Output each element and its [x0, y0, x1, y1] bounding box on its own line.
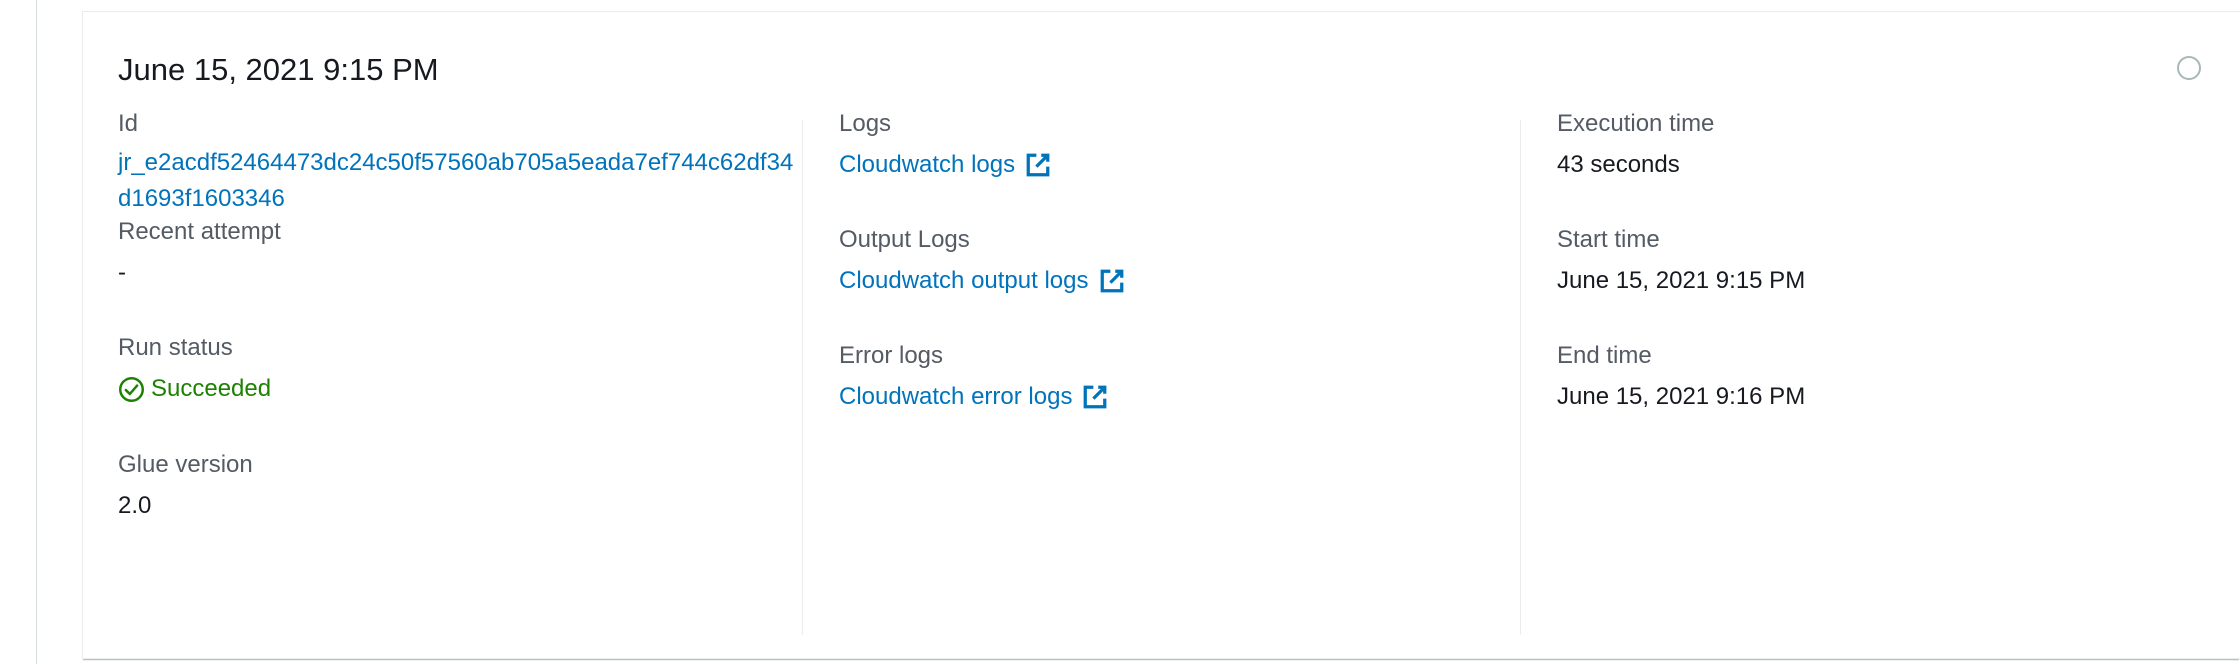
run-status-label: Run status: [118, 334, 233, 361]
cloudwatch-error-logs-link[interactable]: Cloudwatch error logs: [839, 379, 1108, 415]
output-logs-label: Output Logs: [839, 226, 970, 253]
cloudwatch-logs-link-text: Cloudwatch logs: [839, 151, 1016, 178]
run-status-badge: Succeeded: [118, 371, 271, 407]
recent-attempt-label: Recent attempt: [118, 218, 281, 245]
error-logs-field: Error logs Cloudwatch error logs: [839, 341, 1108, 415]
logs-field: Logs Cloudwatch logs: [839, 109, 1051, 183]
run-status-field: Run status Succeeded: [118, 333, 271, 408]
run-id-link[interactable]: jr_e2acdf52464473dc24c50f57560ab705a5ead…: [118, 145, 798, 217]
logs-label: Logs: [839, 110, 892, 137]
glue-version-label: Glue version: [118, 451, 253, 478]
end-time-value: June 15, 2021 9:16 PM: [1557, 383, 1806, 410]
start-time-field: Start time June 15, 2021 9:15 PM: [1557, 225, 1805, 299]
execution-time-field: Execution time 43 seconds: [1557, 109, 1714, 183]
execution-time-value: 43 seconds: [1557, 151, 1680, 178]
cloudwatch-output-logs-link[interactable]: Cloudwatch output logs: [839, 263, 1125, 299]
cloudwatch-error-logs-link-text: Cloudwatch error logs: [839, 383, 1073, 410]
external-link-icon: [1084, 385, 1107, 409]
id-field: Id jr_e2acdf52464473dc24c50f57560ab705a5…: [118, 109, 798, 217]
recent-attempt-value: -: [118, 259, 126, 286]
external-link-icon: [1026, 153, 1050, 177]
run-status-value: Succeeded: [151, 375, 272, 402]
job-run-card[interactable]: June 15, 2021 9:15 PM Id jr_e2acdf524644…: [82, 11, 2240, 659]
check-circle-icon: [119, 376, 144, 402]
output-logs-field: Output Logs Cloudwatch output logs: [839, 225, 1125, 299]
page-left-border: [36, 0, 37, 664]
column-divider: [802, 120, 803, 635]
run-title: June 15, 2021 9:15 PM: [118, 52, 439, 87]
id-label: Id: [118, 110, 139, 137]
external-link-icon: [1100, 269, 1123, 293]
glue-version-field: Glue version 2.0: [118, 450, 253, 524]
glue-version-value: 2.0: [118, 492, 152, 519]
recent-attempt-field: Recent attempt -: [118, 217, 281, 291]
error-logs-label: Error logs: [839, 342, 944, 369]
execution-time-label: Execution time: [1557, 110, 1715, 137]
cloudwatch-output-logs-link-text: Cloudwatch output logs: [839, 267, 1089, 294]
column-divider: [1520, 120, 1521, 635]
end-time-label: End time: [1557, 342, 1652, 369]
cloudwatch-logs-link[interactable]: Cloudwatch logs: [839, 147, 1051, 183]
end-time-field: End time June 15, 2021 9:16 PM: [1557, 341, 1805, 415]
start-time-label: Start time: [1557, 226, 1660, 253]
start-time-value: June 15, 2021 9:15 PM: [1557, 267, 1806, 294]
select-run-radio[interactable]: [2177, 56, 2201, 80]
